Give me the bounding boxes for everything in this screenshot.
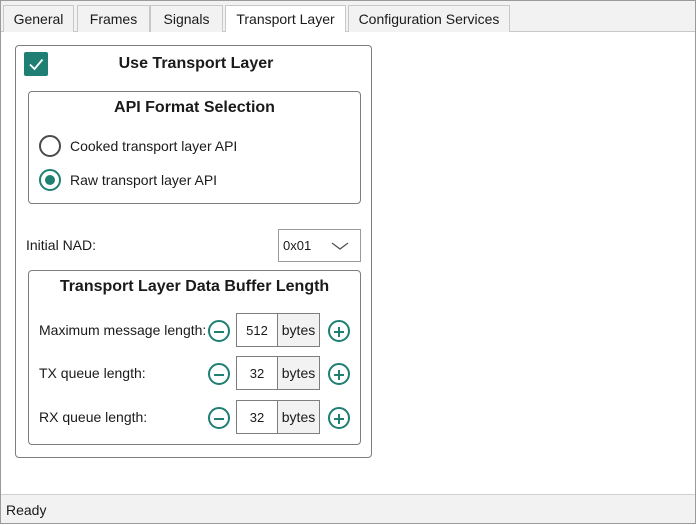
minus-icon [214, 331, 224, 333]
tx-queue-length-label: TX queue length: [39, 365, 146, 381]
use-transport-layer-checkbox[interactable] [24, 52, 48, 76]
tab-general[interactable]: General [3, 5, 74, 32]
rx-queue-length-label: RX queue length: [39, 409, 148, 425]
cooked-api-radio[interactable] [39, 135, 61, 157]
initial-nad-dropdown[interactable]: 0x01 [278, 229, 361, 262]
rx-queue-increment-button[interactable] [328, 407, 350, 429]
status-text: Ready [6, 502, 47, 518]
tab-frames[interactable]: Frames [77, 5, 150, 32]
tx-queue-decrement-button[interactable] [208, 363, 230, 385]
minus-icon [214, 374, 224, 376]
tx-queue-increment-button[interactable] [328, 363, 350, 385]
tab-transport-layer[interactable]: Transport Layer [225, 5, 346, 33]
checkmark-icon [29, 58, 44, 71]
transport-layer-group: Use Transport Layer API Format Selection… [15, 45, 372, 458]
raw-api-radio[interactable] [39, 169, 61, 191]
buffer-length-title: Transport Layer Data Buffer Length [59, 278, 330, 295]
max-message-decrement-button[interactable] [208, 320, 230, 342]
tx-queue-length-input[interactable]: 32 [236, 356, 278, 390]
tab-bar: General Frames Signals Transport Layer C… [1, 1, 695, 33]
max-message-increment-button[interactable] [328, 320, 350, 342]
buffer-length-group: Transport Layer Data Buffer Length Maxim… [28, 270, 361, 445]
cooked-api-label: Cooked transport layer API [70, 138, 238, 154]
minus-icon [214, 418, 224, 420]
rx-queue-length-input[interactable]: 32 [236, 400, 278, 434]
rx-queue-decrement-button[interactable] [208, 407, 230, 429]
max-message-length-label: Maximum message length: [39, 322, 207, 338]
rx-queue-length-unit: bytes [278, 400, 320, 434]
use-transport-layer-label: Use Transport Layer [118, 55, 274, 72]
initial-nad-value: 0x01 [283, 238, 312, 253]
app-window: General Frames Signals Transport Layer C… [0, 0, 696, 524]
api-format-title: API Format Selection [114, 99, 275, 116]
initial-nad-label: Initial NAD: [26, 237, 97, 253]
max-message-length-unit: bytes [278, 313, 320, 347]
radio-selected-dot [45, 175, 55, 185]
tab-signals[interactable]: Signals [150, 5, 223, 32]
raw-api-label: Raw transport layer API [70, 172, 218, 188]
chevron-down-icon [331, 242, 349, 250]
tab-configuration-services[interactable]: Configuration Services [348, 5, 510, 32]
api-format-group: API Format Selection Cooked transport la… [28, 91, 361, 204]
status-bar: Ready [1, 494, 695, 523]
tx-queue-length-unit: bytes [278, 356, 320, 390]
max-message-length-input[interactable]: 512 [236, 313, 278, 347]
transport-layer-panel: Use Transport Layer API Format Selection… [1, 32, 695, 494]
